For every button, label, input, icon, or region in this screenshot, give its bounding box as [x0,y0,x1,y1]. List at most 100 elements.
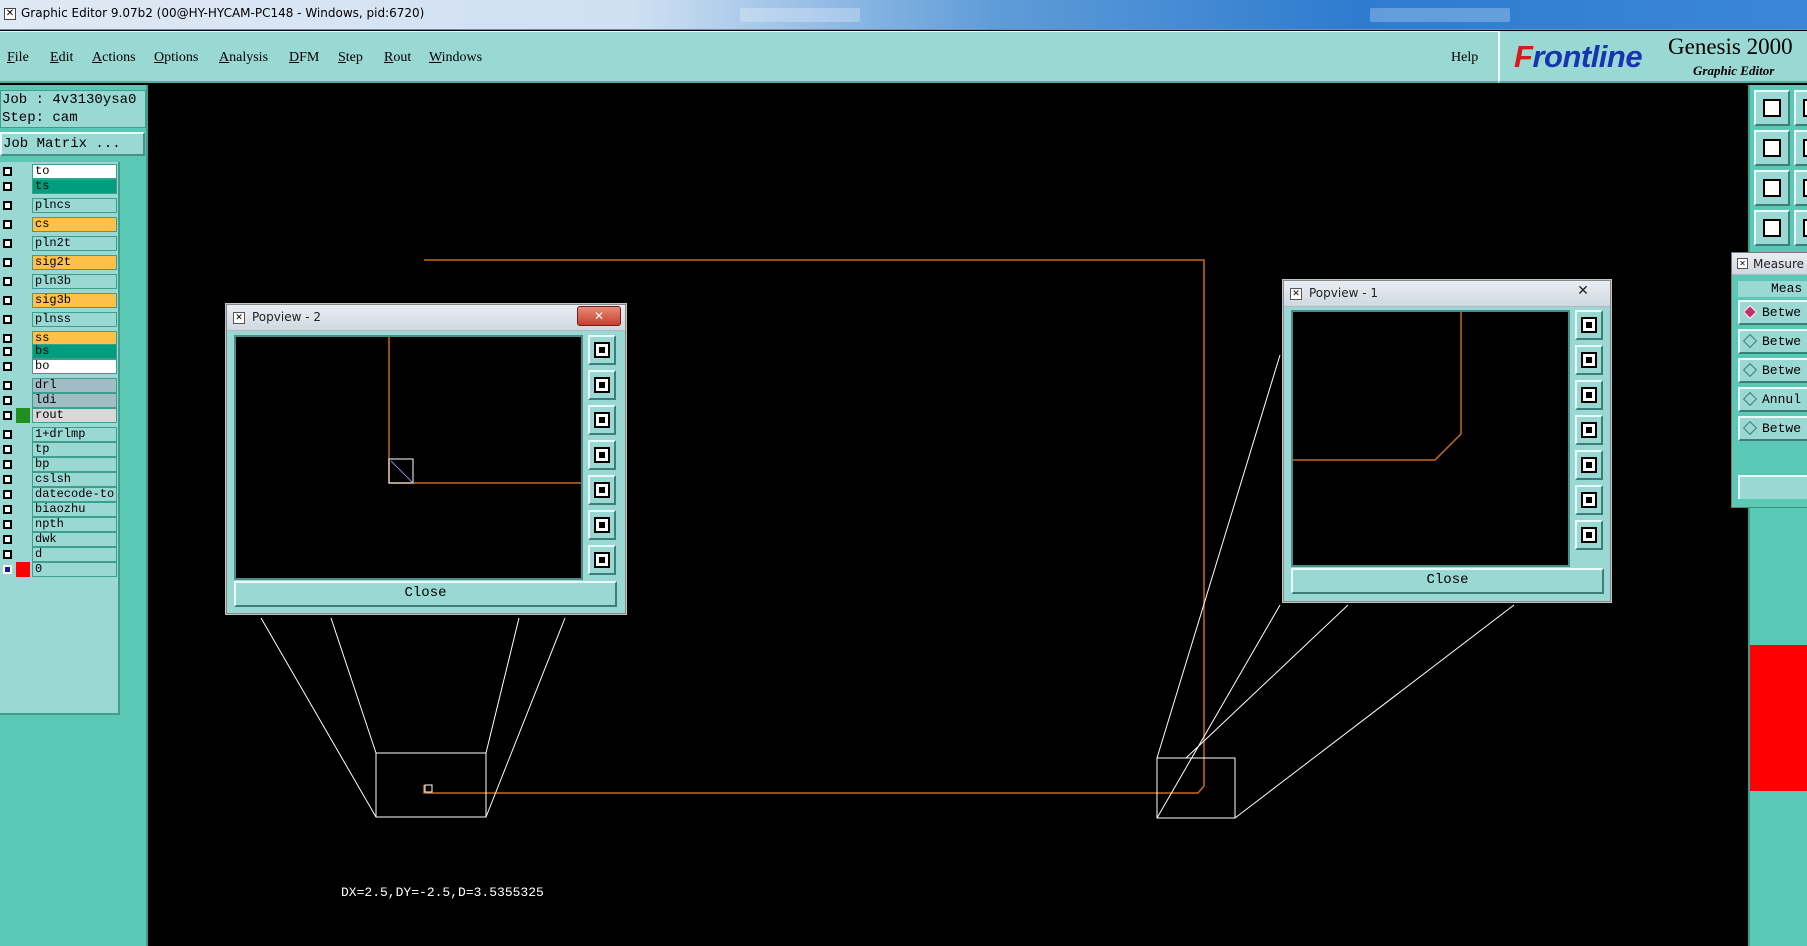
pan-left-button[interactable] [588,440,616,470]
layer-name[interactable]: npth [32,517,117,532]
menu-windows[interactable]: Windows [429,50,482,66]
layer-color-swatch[interactable] [16,547,30,562]
measure-option[interactable]: Betwe [1738,416,1807,441]
layer-checkbox[interactable] [3,445,12,454]
layer-name[interactable]: bo [32,359,117,374]
layer-row[interactable]: tp [0,442,118,457]
layer-row[interactable]: d [0,547,118,562]
measure-option[interactable]: Annul [1738,387,1807,412]
layer-checkbox[interactable] [3,167,12,176]
pan-up-button[interactable] [588,370,616,400]
menu-help[interactable]: Help [1451,50,1478,66]
layer-name[interactable]: plncs [32,198,117,213]
menu-analysis[interactable]: Analysis [219,50,268,66]
measure-titlebar[interactable]: ✕ Measure [1732,253,1807,275]
layer-name[interactable]: sig2t [32,255,117,270]
menu-file[interactable]: File [7,50,29,66]
layer-name[interactable]: cslsh [32,472,117,487]
layer-checkbox[interactable] [3,296,12,305]
layer-name[interactable]: to [32,164,117,179]
layer-checkbox[interactable] [3,520,12,529]
pan-right-button[interactable] [1575,450,1603,480]
layer-row[interactable]: sig3b [0,293,118,308]
layer-checkbox[interactable] [3,239,12,248]
pan-down-button[interactable] [1575,380,1603,410]
layer-name[interactable]: plnss [32,312,117,327]
layer-name[interactable]: biaozhu [32,502,117,517]
layer-checkbox[interactable] [3,550,12,559]
measure-option[interactable]: Betwe [1738,329,1807,354]
layer-checkbox[interactable] [3,258,12,267]
layer-row[interactable]: plncs [0,198,118,213]
layer-checkbox[interactable] [3,565,12,574]
popview-1-close-button[interactable]: Close [1291,568,1604,594]
layer-checkbox[interactable] [3,460,12,469]
layer-checkbox[interactable] [3,182,12,191]
layer-row[interactable]: drl [0,378,118,393]
layer-color-swatch[interactable] [16,293,30,308]
pan-down-button[interactable] [588,405,616,435]
popview-1-window[interactable]: ✕ Popview - 1 ✕ Close [1283,280,1611,602]
layer-name[interactable]: tp [32,442,117,457]
layer-name[interactable]: 0 [32,562,117,577]
popview-2-viewport[interactable] [234,335,583,580]
layer-color-swatch[interactable] [16,198,30,213]
layer-row[interactable]: rout [0,408,118,423]
layer-checkbox[interactable] [3,347,12,356]
layer-color-swatch[interactable] [16,179,30,194]
layer-checkbox[interactable] [3,505,12,514]
popview-1-viewport[interactable] [1291,310,1570,567]
layer-name[interactable]: drl [32,378,117,393]
layer-row[interactable]: datecode-to [0,487,118,502]
popview-2-titlebar[interactable]: ✕ Popview - 2 ✕ [227,305,625,331]
layer-name[interactable]: bp [32,457,117,472]
menu-dfm[interactable]: DFM [289,50,319,66]
layer-row[interactable]: pln2t [0,236,118,251]
toolbar-button[interactable] [1794,130,1807,166]
layer-row[interactable]: to [0,164,118,179]
layer-color-swatch[interactable] [16,274,30,289]
menu-edit[interactable]: Edit [50,50,73,66]
layer-color-swatch[interactable] [16,532,30,547]
toolbar-button[interactable] [1754,130,1790,166]
toolbar-button[interactable] [1794,170,1807,206]
layer-row[interactable]: sig2t [0,255,118,270]
layer-color-swatch[interactable] [16,427,30,442]
layer-name[interactable]: cs [32,217,117,232]
layer-checkbox[interactable] [3,490,12,499]
toolbar-button[interactable] [1754,210,1790,246]
popview-1-titlebar[interactable]: ✕ Popview - 1 ✕ [1284,281,1610,307]
layer-row[interactable]: biaozhu [0,502,118,517]
layer-name[interactable]: datecode-to [32,487,117,502]
layer-row[interactable]: dwk [0,532,118,547]
layer-name[interactable]: d [32,547,117,562]
menu-actions[interactable]: Actions [92,50,136,66]
layer-name[interactable]: ts [32,179,117,194]
layer-checkbox[interactable] [3,475,12,484]
popview-2-close-button[interactable]: Close [234,581,617,607]
toolbar-button[interactable] [1754,170,1790,206]
layer-color-swatch[interactable] [16,359,30,374]
layer-name[interactable]: bs [32,344,117,359]
layer-color-swatch[interactable] [16,487,30,502]
layer-name[interactable]: sig3b [32,293,117,308]
layer-name[interactable]: rout [32,408,117,423]
layer-color-swatch[interactable] [16,393,30,408]
layer-row[interactable]: bp [0,457,118,472]
layer-color-swatch[interactable] [16,378,30,393]
layer-row[interactable]: 0 [0,562,118,577]
layer-name[interactable]: pln3b [32,274,117,289]
menu-rout[interactable]: Rout [384,50,411,66]
pan-left-button[interactable] [1575,415,1603,445]
layer-checkbox[interactable] [3,381,12,390]
menu-step[interactable]: Step [338,50,363,66]
layer-checkbox[interactable] [3,362,12,371]
layer-checkbox[interactable] [3,396,12,405]
layer-row[interactable]: npth [0,517,118,532]
layer-checkbox[interactable] [3,411,12,420]
close-icon[interactable]: ✕ [1561,282,1605,302]
layer-checkbox[interactable] [3,220,12,229]
close-icon[interactable]: ✕ [577,306,621,326]
layer-row[interactable]: cs [0,217,118,232]
zoom-in-button[interactable] [1575,520,1603,550]
